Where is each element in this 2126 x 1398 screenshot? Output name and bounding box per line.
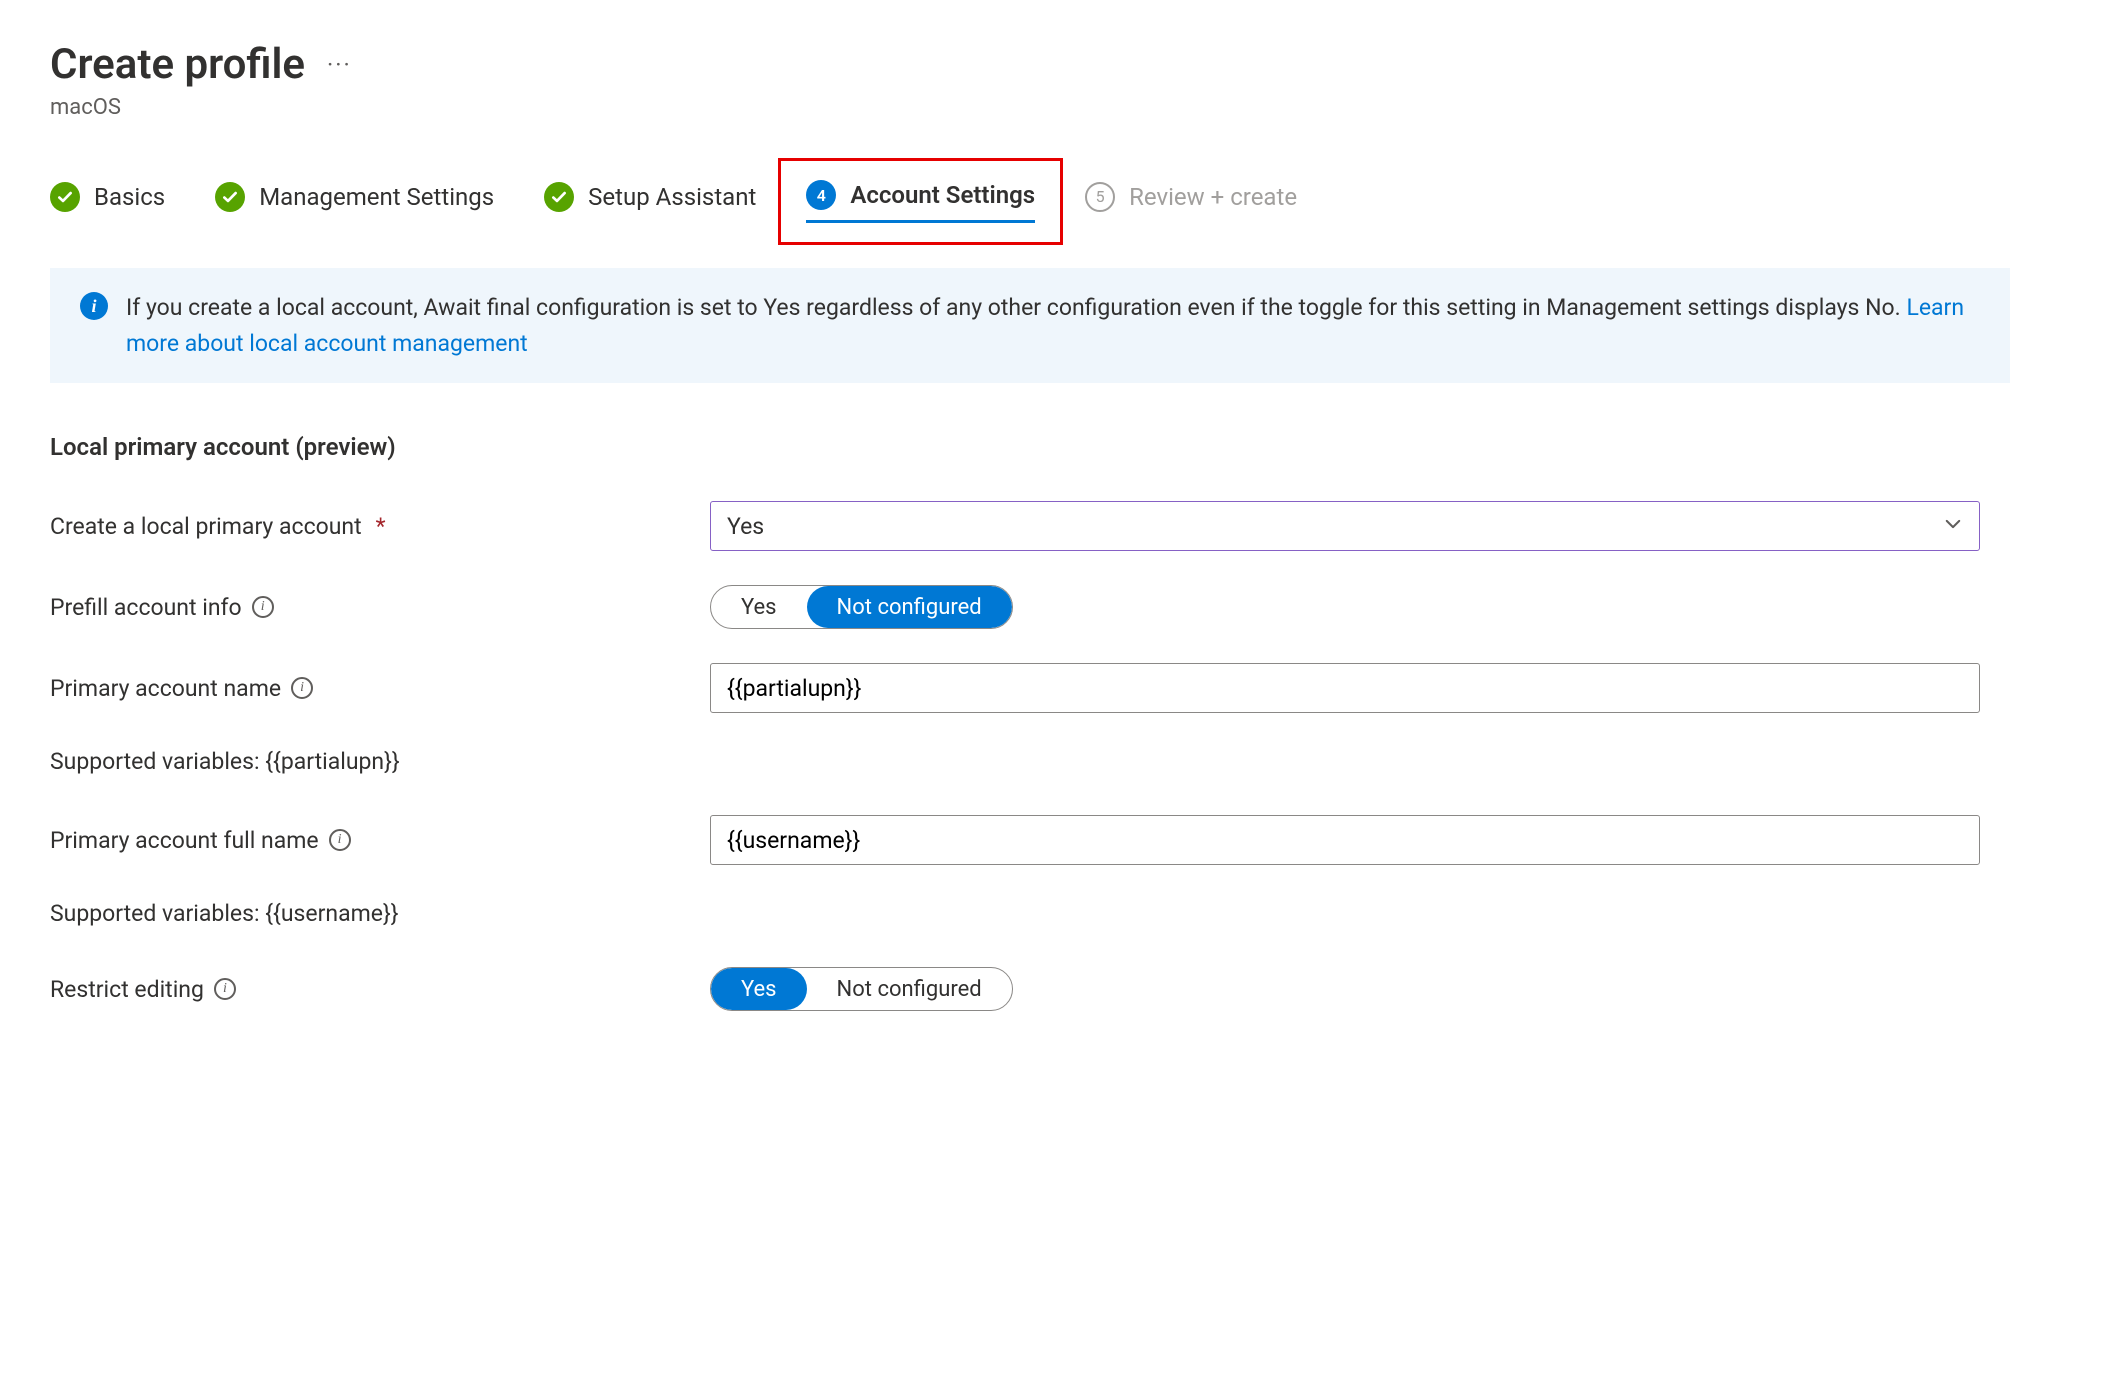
hint-account-name: Supported variables: {{partialupn}} <box>50 748 400 775</box>
step-review-create[interactable]: 5 Review + create <box>1085 182 1297 222</box>
page-header: Create profile ··· macOS <box>50 40 2076 120</box>
create-local-account-dropdown[interactable]: Yes <box>710 501 1980 551</box>
prefill-option-not-configured[interactable]: Not configured <box>807 586 1012 628</box>
row-create-local-account: Create a local primary account * Yes <box>50 501 2076 551</box>
check-icon <box>50 182 80 212</box>
hint-full-name: Supported variables: {{username}} <box>50 900 399 927</box>
check-icon <box>544 182 574 212</box>
restrict-option-yes[interactable]: Yes <box>711 968 807 1010</box>
info-icon[interactable]: i <box>252 596 274 618</box>
row-prefill-account-info: Prefill account info i Yes Not configure… <box>50 585 2076 629</box>
label-primary-account-full-name: Primary account full name <box>50 827 319 854</box>
step-label: Setup Assistant <box>588 183 756 211</box>
step-label: Review + create <box>1129 183 1297 211</box>
check-icon <box>215 182 245 212</box>
section-title: Local primary account (preview) <box>50 433 2076 461</box>
page-title: Create profile <box>50 40 305 89</box>
info-icon: i <box>80 292 108 320</box>
step-setup-assistant[interactable]: Setup Assistant <box>544 182 756 222</box>
label-primary-account-name: Primary account name <box>50 675 281 702</box>
step-management-settings[interactable]: Management Settings <box>215 182 494 222</box>
info-text: If you create a local account, Await fin… <box>126 290 1980 361</box>
row-primary-account-name: Primary account name i <box>50 663 2076 713</box>
step-account-settings[interactable]: 4 Account Settings <box>806 180 1035 223</box>
primary-account-full-name-input[interactable] <box>710 815 1980 865</box>
row-restrict-editing: Restrict editing i Yes Not configured <box>50 967 2076 1011</box>
info-banner: i If you create a local account, Await f… <box>50 268 2010 383</box>
banner-text: If you create a local account, Await fin… <box>126 294 1906 321</box>
info-icon[interactable]: i <box>329 829 351 851</box>
row-primary-account-full-name: Primary account full name i <box>50 815 2076 865</box>
label-create-local-account: Create a local primary account <box>50 513 362 540</box>
restrict-option-not-configured[interactable]: Not configured <box>807 968 1012 1010</box>
step-label: Management Settings <box>259 183 494 211</box>
info-icon[interactable]: i <box>214 978 236 1000</box>
required-mark: * <box>376 513 386 540</box>
more-icon[interactable]: ··· <box>327 51 352 79</box>
step-label: Basics <box>94 183 165 211</box>
prefill-option-yes[interactable]: Yes <box>711 586 807 628</box>
dropdown-value: Yes <box>727 513 764 540</box>
primary-account-name-input[interactable] <box>710 663 1980 713</box>
info-icon[interactable]: i <box>291 677 313 699</box>
step-number-icon: 5 <box>1085 182 1115 212</box>
restrict-editing-toggle: Yes Not configured <box>710 967 1013 1011</box>
wizard-steps: Basics Management Settings Setup Assista… <box>50 180 1297 223</box>
label-restrict-editing: Restrict editing <box>50 976 204 1003</box>
chevron-down-icon <box>1943 513 1963 540</box>
step-number-icon: 4 <box>806 180 836 210</box>
page-subtitle: macOS <box>50 95 2076 120</box>
prefill-toggle: Yes Not configured <box>710 585 1013 629</box>
step-basics[interactable]: Basics <box>50 182 165 222</box>
step-label: Account Settings <box>850 181 1035 209</box>
label-prefill-account-info: Prefill account info <box>50 594 242 621</box>
